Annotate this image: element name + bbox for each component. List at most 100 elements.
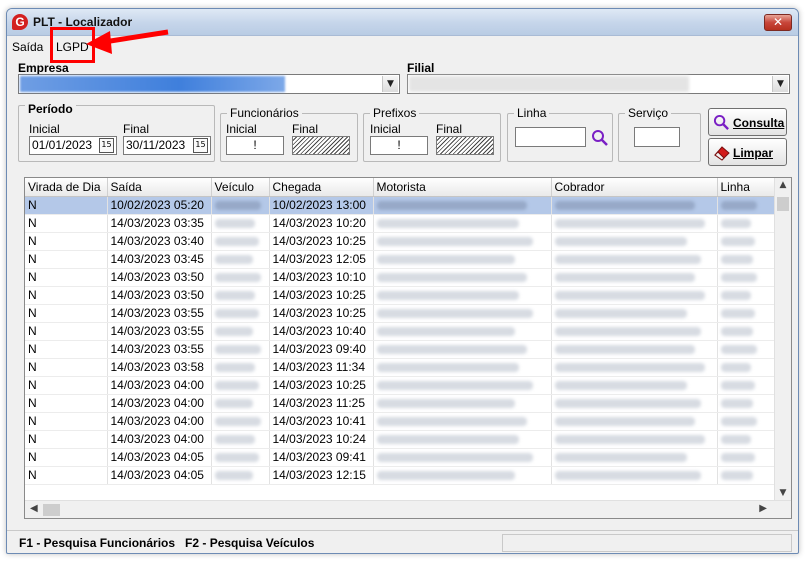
vertical-scrollbar[interactable]: ▲ ▼ [774,178,791,500]
table-row[interactable]: N 14/03/2023 03:55 14/03/2023 10:25 [25,304,776,323]
limpar-button[interactable]: Limpar [708,138,787,166]
table-row[interactable]: N 14/03/2023 04:00 14/03/2023 10:25 [25,376,776,395]
cell-cobrador [551,430,718,449]
prefixos-final-input[interactable] [436,136,494,155]
redacted-vehicle [214,327,253,337]
cell-virada: N [25,232,108,251]
cell-linha [717,340,776,359]
empresa-dropdown-icon[interactable]: ▼ [382,76,398,92]
vertical-scroll-thumb[interactable] [777,197,789,211]
cell-cobrador [551,322,718,341]
redacted-driver [376,219,519,229]
cell-saida: 10/02/2023 05:20 [107,196,212,215]
cell-virada: N [25,394,108,413]
table-row[interactable]: N 14/03/2023 03:55 14/03/2023 09:40 [25,340,776,359]
table-row[interactable]: N 14/03/2023 03:45 14/03/2023 12:05 [25,250,776,269]
close-button[interactable]: ✕ [764,14,792,31]
calendar-icon[interactable]: 15 [99,138,114,153]
cell-veiculo [211,358,270,377]
table-row[interactable]: N 14/03/2023 04:05 14/03/2023 09:41 [25,448,776,467]
results-table: Virada de Dia Saída Veículo Chegada Moto… [25,178,776,485]
cell-saida: 14/03/2023 04:05 [107,466,212,485]
table-row[interactable]: N 10/02/2023 05:20 10/02/2023 13:00 [25,196,776,215]
prefixos-inicial-label: Inicial [370,122,401,136]
periodo-inicial-label: Inicial [29,122,60,136]
cell-cobrador [551,250,718,269]
cell-linha [717,412,776,431]
redacted-driver [376,255,515,265]
scroll-up-icon[interactable]: ▲ [775,180,791,190]
redacted-line [720,399,753,409]
scroll-down-icon[interactable]: ▼ [775,488,791,498]
cell-veiculo [211,250,270,269]
servico-input[interactable] [634,127,680,147]
linha-group: Linha [507,106,613,162]
redacted-line [720,327,753,337]
redacted-driver [376,237,533,247]
funcionarios-inicial-input[interactable]: ! [226,136,284,155]
cell-cobrador [551,376,718,395]
redacted-line [720,381,755,391]
cell-saida: 14/03/2023 03:55 [107,304,212,323]
servico-group: Serviço [618,106,701,162]
calendar-icon[interactable]: 15 [193,138,208,153]
col-header-saida[interactable]: Saída [107,178,212,197]
cell-linha [717,358,776,377]
col-header-virada[interactable]: Virada de Dia [25,178,108,197]
redacted-vehicle [214,399,253,409]
periodo-inicial-input[interactable]: 01/01/2023 15 [29,136,117,155]
prefixos-inicial-input[interactable]: ! [370,136,428,155]
cell-linha [717,196,776,215]
linha-input[interactable] [515,127,586,147]
table-row[interactable]: N 14/03/2023 03:35 14/03/2023 10:20 [25,214,776,233]
results-grid[interactable]: Virada de Dia Saída Veículo Chegada Moto… [24,177,792,519]
filial-dropdown-icon[interactable]: ▼ [772,76,788,92]
redacted-collector [554,219,705,229]
redacted-collector [554,399,701,409]
cell-veiculo [211,340,270,359]
cell-cobrador [551,340,718,359]
table-row[interactable]: N 14/03/2023 04:05 14/03/2023 12:15 [25,466,776,485]
col-header-motorista[interactable]: Motorista [373,178,552,197]
scroll-left-icon[interactable]: ◀ [30,503,38,514]
table-row[interactable]: N 14/03/2023 03:58 14/03/2023 11:34 [25,358,776,377]
cell-chegada: 14/03/2023 10:10 [269,268,374,287]
cell-saida: 14/03/2023 03:35 [107,214,212,233]
col-header-veiculo[interactable]: Veículo [211,178,270,197]
col-header-chegada[interactable]: Chegada [269,178,374,197]
table-row[interactable]: N 14/03/2023 04:00 14/03/2023 10:41 [25,412,776,431]
cell-chegada: 14/03/2023 10:25 [269,376,374,395]
consulta-button[interactable]: Consulta [708,108,787,136]
cell-chegada: 14/03/2023 09:41 [269,448,374,467]
redacted-driver [376,273,527,283]
empresa-select[interactable]: ▼ [18,74,400,94]
periodo-final-input[interactable]: 30/11/2023 15 [123,136,211,155]
cell-veiculo [211,232,270,251]
table-row[interactable]: N 14/03/2023 04:00 14/03/2023 11:25 [25,394,776,413]
funcionarios-title: Funcionários [227,106,302,120]
table-row[interactable]: N 14/03/2023 03:50 14/03/2023 10:10 [25,268,776,287]
col-header-linha[interactable]: Linha [717,178,776,197]
horizontal-scrollbar[interactable]: ◀ ▶ [25,500,791,518]
redacted-vehicle [214,219,255,229]
table-row[interactable]: N 14/03/2023 03:50 14/03/2023 10:25 [25,286,776,305]
cell-chegada: 14/03/2023 10:41 [269,412,374,431]
col-header-cobrador[interactable]: Cobrador [551,178,718,197]
cell-chegada: 14/03/2023 10:25 [269,304,374,323]
redacted-driver [376,327,515,337]
linha-search-icon[interactable] [591,129,609,147]
status-shortcuts: F1 - Pesquisa Funcionários F2 - Pesquisa… [19,536,315,550]
filial-select[interactable]: ▼ [407,74,790,94]
table-row[interactable]: N 14/03/2023 03:40 14/03/2023 10:25 [25,232,776,251]
cell-saida: 14/03/2023 04:05 [107,448,212,467]
funcionarios-final-input[interactable] [292,136,350,155]
menu-saida[interactable]: Saída [12,40,43,54]
scroll-right-icon[interactable]: ▶ [759,503,767,514]
redacted-collector [554,327,701,337]
horizontal-scroll-thumb[interactable] [43,504,60,516]
linha-title: Linha [514,106,550,120]
table-row[interactable]: N 14/03/2023 03:55 14/03/2023 10:40 [25,322,776,341]
table-row[interactable]: N 14/03/2023 04:00 14/03/2023 10:24 [25,430,776,449]
cell-virada: N [25,268,108,287]
cell-virada: N [25,430,108,449]
